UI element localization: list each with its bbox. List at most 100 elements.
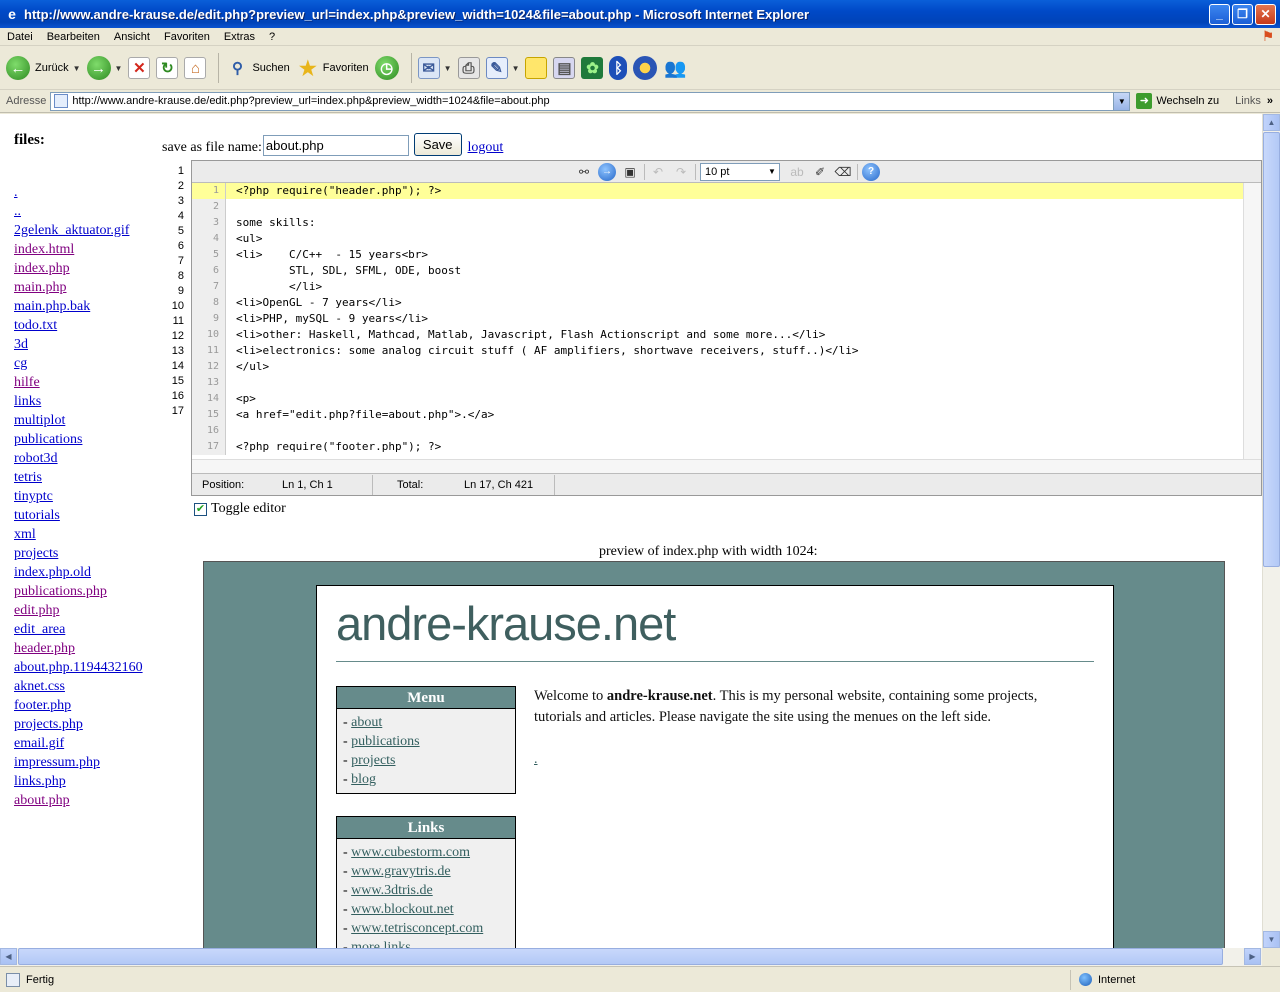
menu-bearbeiten[interactable]: Bearbeiten (40, 31, 107, 43)
spellcheck-icon[interactable]: ab (788, 163, 806, 181)
file-link[interactable]: index.html (14, 240, 164, 259)
file-link[interactable]: todo.txt (14, 316, 164, 335)
code-line[interactable]: 1 <?php require("header.php"); ?> (192, 183, 1261, 199)
file-link[interactable]: 2gelenk_aktuator.gif (14, 221, 164, 240)
menu-link[interactable]: publications (351, 734, 419, 749)
back-button[interactable]: ← Zurück ▼ (6, 56, 81, 80)
undo-icon[interactable]: ↶ (649, 163, 667, 181)
code-line[interactable]: 5 <li> C/C++ - 15 years<br> (192, 247, 1261, 263)
help-icon[interactable]: ? (862, 162, 880, 181)
code-line[interactable]: 13 (192, 375, 1261, 391)
code-line[interactable]: 4 <ul> (192, 231, 1261, 247)
edit-button[interactable]: ✎ ▼ (485, 57, 520, 79)
code-area[interactable]: 1 <?php require("header.php"); ?> 2 3 some s… (192, 183, 1261, 459)
file-link[interactable]: edit_area (14, 620, 164, 639)
menu-link[interactable]: blog (351, 772, 376, 787)
code-line[interactable]: 16 (192, 423, 1261, 439)
search-button[interactable]: ⚲ Suchen (225, 56, 290, 80)
file-link[interactable]: about.php.1194432160 (14, 658, 164, 677)
file-link[interactable]: tinyptc (14, 487, 164, 506)
code-line[interactable]: 2 (192, 199, 1261, 215)
file-link[interactable]: main.php (14, 278, 164, 297)
font-size-select[interactable]: 10 pt ▼ (700, 162, 780, 181)
file-link[interactable]: links (14, 392, 164, 411)
file-link[interactable]: edit.php (14, 601, 164, 620)
code-line[interactable]: 7 </li> (192, 279, 1261, 295)
forward-dropdown-icon[interactable]: ▼ (115, 64, 123, 73)
page-vertical-scrollbar[interactable]: ▲ ▼ (1262, 114, 1280, 948)
code-line[interactable]: 10 <li>other: Haskell, Mathcad, Matlab, J… (192, 327, 1261, 343)
messenger-button[interactable]: 👥 (663, 56, 687, 80)
filename-input[interactable] (262, 135, 409, 156)
file-link[interactable]: multiplot (14, 411, 164, 430)
horizontal-scroll-thumb[interactable] (18, 948, 1223, 965)
save-button[interactable]: Save (413, 133, 462, 156)
code-line[interactable]: 8 <li>OpenGL - 7 years</li> (192, 295, 1261, 311)
file-link[interactable]: tutorials (14, 506, 164, 525)
toggle-editor-checkbox[interactable]: ✔ (194, 502, 207, 516)
address-dropdown-icon[interactable]: ▼ (1113, 92, 1130, 110)
code-line[interactable]: 3 some skills: (192, 215, 1261, 231)
goto-line-icon[interactable]: → (598, 162, 616, 181)
file-link[interactable]: header.php (14, 639, 164, 658)
minimize-button[interactable]: _ (1209, 3, 1230, 25)
editor-vertical-scrollbar[interactable] (1243, 183, 1261, 459)
fullscreen-icon[interactable]: ▣ (621, 163, 639, 181)
stop-button[interactable]: ✕ (128, 57, 151, 79)
scroll-left-icon[interactable]: ◀ (0, 948, 17, 965)
file-link[interactable]: tetris (14, 468, 164, 487)
edit-dropdown-icon[interactable]: ▼ (512, 64, 520, 73)
file-link[interactable]: xml (14, 525, 164, 544)
menu-ansicht[interactable]: Ansicht (107, 31, 157, 43)
file-link[interactable]: index.php.old (14, 563, 164, 582)
code-line[interactable]: 17 <?php require("footer.php"); ?> (192, 439, 1261, 455)
dot-link[interactable]: . (534, 752, 538, 768)
code-line[interactable]: 14 <p> (192, 391, 1261, 407)
refresh-button[interactable]: ↻ (156, 57, 179, 79)
code-line[interactable]: 9 <li>PHP, mySQL - 9 years</li> (192, 311, 1261, 327)
file-link[interactable]: publications (14, 430, 164, 449)
vertical-scroll-thumb[interactable] (1263, 132, 1280, 567)
file-link[interactable]: . (14, 183, 164, 202)
file-link[interactable]: 3d (14, 335, 164, 354)
file-link[interactable]: email.gif (14, 734, 164, 753)
code-line[interactable]: 15 <a href="edit.php?file=about.php">.</a… (192, 407, 1261, 423)
research-button[interactable]: ▤ (553, 57, 576, 79)
scroll-right-icon[interactable]: ▶ (1244, 948, 1261, 965)
settings-button[interactable] (633, 56, 658, 80)
chevron-right-icon[interactable]: » (1267, 95, 1273, 107)
file-link[interactable]: cg (14, 354, 164, 373)
file-link[interactable]: robot3d (14, 449, 164, 468)
mail-dropdown-icon[interactable]: ▼ (444, 64, 452, 73)
file-link[interactable]: footer.php (14, 696, 164, 715)
forward-button[interactable]: → ▼ (86, 56, 123, 80)
links-toolbar[interactable]: Links (1235, 95, 1261, 107)
file-link[interactable]: projects (14, 544, 164, 563)
page-horizontal-scrollbar[interactable]: ◀ ▶ (0, 948, 1262, 966)
scroll-down-icon[interactable]: ▼ (1263, 931, 1280, 948)
file-link[interactable]: links.php (14, 772, 164, 791)
file-link[interactable]: main.php.bak (14, 297, 164, 316)
menu-link[interactable]: about (351, 715, 382, 730)
menu-datei[interactable]: Datei (0, 31, 40, 43)
favorites-button[interactable]: ★ Favoriten (296, 56, 369, 80)
logout-link[interactable]: logout (468, 140, 504, 156)
code-line[interactable]: 12 </ul> (192, 359, 1261, 375)
links-link[interactable]: more links (351, 940, 411, 948)
toggle-editor[interactable]: ✔ Toggle editor (194, 501, 286, 517)
highlight-brush-icon[interactable]: ✐ (811, 163, 829, 181)
file-link[interactable]: aknet.css (14, 677, 164, 696)
address-input[interactable]: http://www.andre-krause.de/edit.php?prev… (50, 91, 1131, 111)
editor-horizontal-scrollbar[interactable] (192, 459, 1261, 473)
scroll-up-icon[interactable]: ▲ (1263, 114, 1280, 131)
file-link[interactable]: about.php (14, 791, 164, 810)
redo-icon[interactable]: ↷ (672, 163, 690, 181)
history-button[interactable]: ◷ (374, 56, 399, 80)
file-link[interactable]: impressum.php (14, 753, 164, 772)
file-link[interactable]: hilfe (14, 373, 164, 392)
file-link[interactable]: index.php (14, 259, 164, 278)
links-link[interactable]: www.tetrisconcept.com (351, 921, 483, 936)
file-link[interactable]: projects.php (14, 715, 164, 734)
mail-button[interactable]: ✉ ▼ (417, 57, 452, 79)
file-link[interactable]: .. (14, 202, 164, 221)
